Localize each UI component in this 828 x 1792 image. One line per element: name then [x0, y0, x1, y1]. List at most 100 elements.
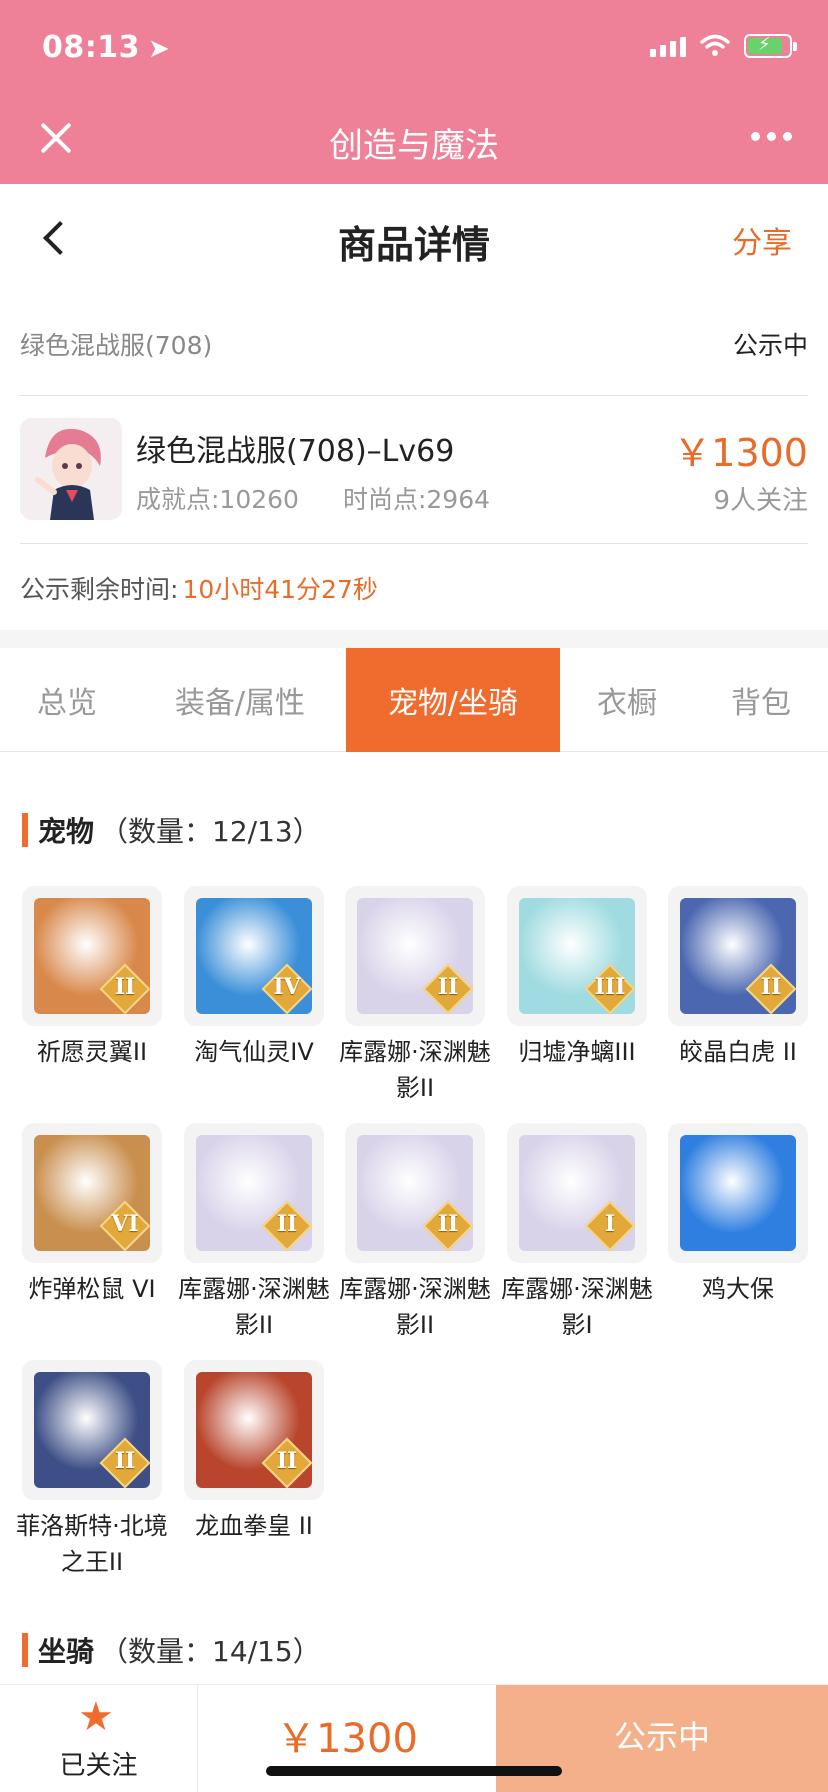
grade-badge-icon: II [261, 1437, 313, 1489]
product-title: 绿色混战服(708)–Lv69 [136, 434, 455, 469]
product-summary: 绿色混战服(708)–Lv69 成就点:10260 时尚点:2964 ￥1300… [20, 396, 808, 544]
grade-badge-icon: IV [261, 963, 313, 1015]
pet-name: 炸弹松鼠 VI [28, 1275, 156, 1303]
pet-thumbnail: IV [184, 886, 324, 1026]
follow-button[interactable]: ★ 已关注 [0, 1685, 198, 1792]
pet-name: 归墟净螭III [518, 1038, 636, 1066]
grade-badge-icon: II [99, 1437, 151, 1489]
pet-item[interactable]: III 归墟净螭III [507, 886, 647, 1070]
grade-badge-icon: III [584, 963, 636, 1015]
tab-pets-mounts[interactable]: 宠物/坐骑 [346, 648, 560, 752]
pet-name: 淘气仙灵IV [194, 1038, 314, 1066]
pet-thumbnail: II [184, 1360, 324, 1500]
countdown-label: 公示剩余时间: [20, 575, 179, 604]
pet-item[interactable]: I 库露娜·深渊魅影I [501, 1123, 653, 1343]
top-bar: 08:13 ➤ ⚡ 创造与魔法 [0, 0, 828, 184]
grade-numeral: II [760, 974, 782, 1000]
pet-thumbnail: I [507, 1123, 647, 1263]
pet-item[interactable]: IV 淘气仙灵IV [184, 886, 324, 1070]
grade-badge-icon: II [422, 1200, 474, 1252]
pet-item[interactable]: II 祈愿灵翼II [22, 886, 162, 1070]
pet-name: 皎晶白虎 II [679, 1038, 797, 1066]
pet-item[interactable]: II 龙血拳皇 II [184, 1360, 324, 1544]
grade-numeral: II [114, 974, 136, 1000]
tab-bar: 总览 装备/属性 宠物/坐骑 衣橱 背包 [0, 648, 828, 752]
mounts-section-title: 坐骑 [38, 1635, 95, 1668]
mounts-section-count: （数量：14/15） [100, 1635, 321, 1668]
pet-item[interactable]: 鸡大保 [668, 1123, 808, 1307]
grade-numeral: III [594, 974, 626, 1000]
grade-badge-icon: II [745, 963, 797, 1015]
home-indicator [266, 1766, 562, 1776]
character-avatar [20, 418, 122, 520]
tab-wardrobe[interactable]: 衣橱 [560, 648, 694, 752]
pet-name: 库露娜·深渊魅影II [339, 1275, 491, 1339]
pet-name: 库露娜·深渊魅影II [339, 1038, 491, 1102]
pet-thumbnail: II [345, 1123, 485, 1263]
pet-name: 库露娜·深渊魅影I [501, 1275, 653, 1339]
pet-name: 菲洛斯特·北境之王II [16, 1512, 168, 1576]
grade-numeral: II [437, 974, 459, 1000]
pets-section-header: 宠物 （数量：12/13） [22, 810, 321, 850]
status-time: 08:13 ➤ [42, 30, 170, 65]
wifi-icon [700, 34, 730, 56]
more-options-button[interactable] [751, 132, 792, 141]
server-row: 绿色混战服(708) 公示中 [20, 310, 808, 396]
pet-name: 库露娜·深渊魅影II [178, 1275, 330, 1339]
grade-numeral: VI [111, 1211, 139, 1237]
grade-badge-icon: II [99, 963, 151, 1015]
grade-badge-icon: II [422, 963, 474, 1015]
page-header: 商品详情 分享 [0, 184, 828, 292]
product-stats: 成就点:10260 时尚点:2964 [136, 480, 490, 516]
countdown: 公示剩余时间: 10小时41分27秒 [20, 570, 378, 606]
pet-image [680, 1135, 796, 1251]
mounts-section-header: 坐骑 （数量：14/15） [22, 1630, 321, 1670]
pet-item[interactable]: II 库露娜·深渊魅影II [339, 886, 491, 1106]
grade-numeral: II [114, 1448, 136, 1474]
grade-numeral: II [276, 1448, 298, 1474]
follower-count: 9人关注 [713, 486, 808, 516]
grade-numeral: IV [273, 974, 301, 1000]
status-time-text: 08:13 [42, 30, 140, 65]
product-price: ￥1300 [673, 431, 808, 475]
share-button[interactable]: 分享 [732, 218, 792, 262]
grade-badge-icon: VI [99, 1200, 151, 1252]
app-title: 创造与魔法 [329, 126, 499, 166]
server-status: 公示中 [732, 331, 808, 360]
pets-section-title: 宠物 [38, 815, 95, 848]
pet-thumbnail: II [22, 886, 162, 1026]
pet-thumbnail: II [184, 1123, 324, 1263]
grade-badge-icon: I [584, 1200, 636, 1252]
pet-item[interactable]: II 库露娜·深渊魅影II [339, 1123, 491, 1343]
pet-item[interactable]: VI 炸弹松鼠 VI [22, 1123, 162, 1307]
grade-numeral: I [604, 1211, 616, 1237]
pet-item[interactable]: II 菲洛斯特·北境之王II [16, 1360, 168, 1580]
status-icons: ⚡ [650, 34, 797, 58]
pet-thumbnail: II [345, 886, 485, 1026]
page-title: 商品详情 [337, 223, 490, 267]
pet-item[interactable]: II 皎晶白虎 II [668, 886, 808, 1070]
pet-thumbnail: II [22, 1360, 162, 1500]
grade-numeral: II [437, 1211, 459, 1237]
section-marker [22, 1633, 28, 1667]
tab-backpack[interactable]: 背包 [694, 648, 828, 752]
countdown-value: 10小时41分27秒 [182, 575, 378, 604]
tab-overview[interactable]: 总览 [0, 648, 134, 752]
cellular-signal-icon [650, 35, 686, 57]
pet-name: 龙血拳皇 II [195, 1512, 313, 1540]
fashion-points: 时尚点:2964 [342, 485, 490, 514]
location-arrow-icon: ➤ [148, 34, 171, 64]
star-icon: ★ [78, 1694, 114, 1740]
battery-icon: ⚡ [744, 34, 797, 58]
follow-label: 已关注 [59, 1751, 138, 1781]
tab-equipment[interactable]: 装备/属性 [134, 648, 346, 752]
pet-item[interactable]: II 库露娜·深渊魅影II [178, 1123, 330, 1343]
server-name: 绿色混战服(708) [20, 331, 213, 360]
pet-thumbnail: III [507, 886, 647, 1026]
pets-section-count: （数量：12/13） [100, 815, 321, 848]
pet-thumbnail: VI [22, 1123, 162, 1263]
pet-name: 鸡大保 [702, 1275, 774, 1303]
pet-name: 祈愿灵翼II [36, 1038, 148, 1066]
divider [0, 630, 828, 648]
section-marker [22, 813, 28, 847]
